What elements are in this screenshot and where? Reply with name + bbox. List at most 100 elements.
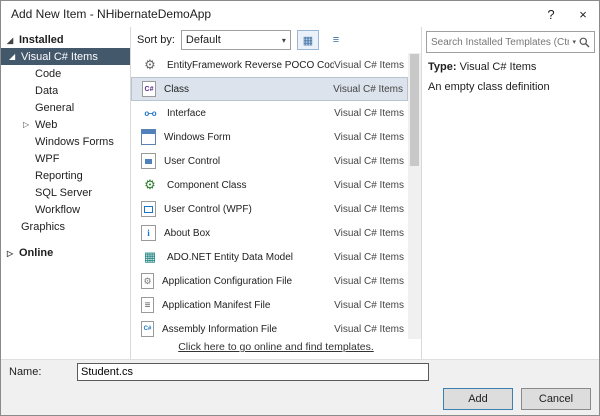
description-text: An empty class definition [428,81,550,93]
template-item-application-configuration-file[interactable]: Application Configuration File Visual C#… [131,269,408,293]
search-box: ▾ [426,31,595,53]
interface-icon [141,105,159,121]
search-input[interactable] [431,36,570,48]
title-bar: Add New Item - NHibernateDemoApp ? × [1,1,599,27]
sidebar-item-visual-c-items[interactable]: ◢ Visual C# Items [1,48,130,65]
app-config-file-icon [141,273,154,289]
template-type: Visual C# Items [334,227,404,239]
template-item-component-class[interactable]: Component Class Visual C# Items [131,173,408,197]
collapsed-arrow-icon: ▷ [7,248,14,258]
template-list: EntityFramework Reverse POCO Code First … [131,53,421,339]
user-control-icon [141,153,156,169]
template-name: Interface [167,107,206,119]
sidebar-item-reporting[interactable]: Reporting [1,167,130,184]
sidebar-item-web[interactable]: ▷ Web [1,116,130,133]
dialog-body: ◢ Installed ◢ Visual C# Items Code Data … [1,27,599,359]
sort-toolbar: Sort by: Default ▾ ▦ ≡ [131,27,421,53]
category-tree: ◢ Visual C# Items Code Data General ▷ We… [1,48,130,235]
sort-dropdown-value: Default [185,34,221,46]
template-name: User Control (WPF) [164,203,252,215]
template-item-interface[interactable]: Interface Visual C# Items [131,101,408,125]
tree-item-label: General [35,101,75,114]
template-name: ADO.NET Entity Data Model [167,251,293,263]
name-row: Name: [1,359,599,383]
close-button[interactable]: × [567,1,599,27]
cancel-button[interactable]: Cancel [521,388,591,410]
online-label: Online [19,247,54,259]
template-type: Visual C# Items [333,83,403,95]
template-type: Visual C# Items [334,251,404,263]
vertical-scrollbar[interactable] [408,53,421,339]
type-label: Type: [428,61,457,73]
sidebar-item-workflow[interactable]: Workflow [1,201,130,218]
template-list-panel: Sort by: Default ▾ ▦ ≡ EntityFramework R… [131,27,421,359]
chevron-down-icon[interactable]: ▾ [569,38,579,46]
tree-arrow-icon: ◢ [9,52,16,61]
sidebar-item-graphics[interactable]: Graphics [1,218,130,235]
template-type: Visual C# Items [334,59,404,71]
class-icon [142,81,156,97]
online-templates-link[interactable]: Click here to go online and find templat… [178,341,374,353]
template-item-ado-net-entity-data-model[interactable]: ADO.NET Entity Data Model Visual C# Item… [131,245,408,269]
sidebar-item-sql-server[interactable]: SQL Server [1,184,130,201]
template-type: Visual C# Items [334,131,404,143]
template-item-entityframework-reverse-poco-code-first-generator[interactable]: EntityFramework Reverse POCO Code First … [131,53,408,77]
windows-form-icon [141,129,156,145]
tree-item-label: Windows Forms [35,135,114,148]
scrollbar-thumb[interactable] [410,54,419,166]
installed-label: Installed [19,34,64,46]
tree-item-label: Web [35,118,58,131]
component-class-icon [141,177,159,193]
tree-item-label: Data [35,84,59,97]
template-item-user-control-wpf[interactable]: User Control (WPF) Visual C# Items [131,197,408,221]
small-icons-view-button[interactable]: ▦ [296,30,319,50]
tree-item-label: Code [35,67,62,80]
list-view-button[interactable]: ≡ [324,30,347,50]
template-name: About Box [164,227,211,239]
template-name: Class [164,83,190,95]
tree-item-label: Reporting [35,169,83,182]
name-input[interactable] [77,362,429,381]
sidebar-item-wpf[interactable]: WPF [1,150,130,167]
type-value: Visual C# Items [459,61,537,73]
window-title: Add New Item - NHibernateDemoApp [11,7,212,21]
footer-link-area: Click here to go online and find templat… [131,339,421,359]
sidebar-item-code[interactable]: Code [1,65,130,82]
template-item-class[interactable]: Class Visual C# Items [131,77,408,101]
template-item-windows-form[interactable]: Windows Form Visual C# Items [131,125,408,149]
template-item-assembly-information-file[interactable]: Assembly Information File Visual C# Item… [131,317,408,339]
template-type: Visual C# Items [334,179,404,191]
template-type: Visual C# Items [334,323,404,335]
template-name: EntityFramework Reverse POCO Code First … [167,59,334,71]
template-type: Visual C# Items [334,275,404,287]
sort-by-label: Sort by: [137,34,175,46]
search-icon[interactable] [579,37,590,48]
tree-item-label: Graphics [21,220,66,233]
sidebar-item-installed[interactable]: ◢ Installed [1,32,130,48]
template-name: Windows Form [164,131,231,143]
sort-dropdown[interactable]: Default ▾ [180,30,291,50]
sidebar-item-general[interactable]: General [1,99,130,116]
about-box-icon [141,225,156,241]
template-name: Application Manifest File [162,299,271,311]
expanded-arrow-icon: ◢ [7,35,14,45]
sidebar-item-data[interactable]: Data [1,82,130,99]
template-item-application-manifest-file[interactable]: Application Manifest File Visual C# Item… [131,293,408,317]
add-new-item-dialog: Add New Item - NHibernateDemoApp ? × ◢ I… [0,0,600,416]
template-name: User Control [164,155,221,167]
template-item-about-box[interactable]: About Box Visual C# Items [131,221,408,245]
category-tree-panel: ◢ Installed ◢ Visual C# Items Code Data … [1,27,131,359]
sidebar-item-windows-forms[interactable]: Windows Forms [1,133,130,150]
template-name: Assembly Information File [162,323,278,335]
template-type: Visual C# Items [334,203,404,215]
tree-item-label: WPF [35,152,60,165]
help-button[interactable]: ? [535,1,567,27]
app-manifest-file-icon [141,297,154,313]
tree-arrow-icon: ▷ [23,120,30,129]
add-button[interactable]: Add [443,388,513,410]
ef-poco-generator-icon [141,57,159,73]
template-item-user-control[interactable]: User Control Visual C# Items [131,149,408,173]
tree-item-label: SQL Server [35,186,93,199]
button-row: Add Cancel [1,383,599,415]
sidebar-item-online[interactable]: ▷ Online [1,245,130,261]
